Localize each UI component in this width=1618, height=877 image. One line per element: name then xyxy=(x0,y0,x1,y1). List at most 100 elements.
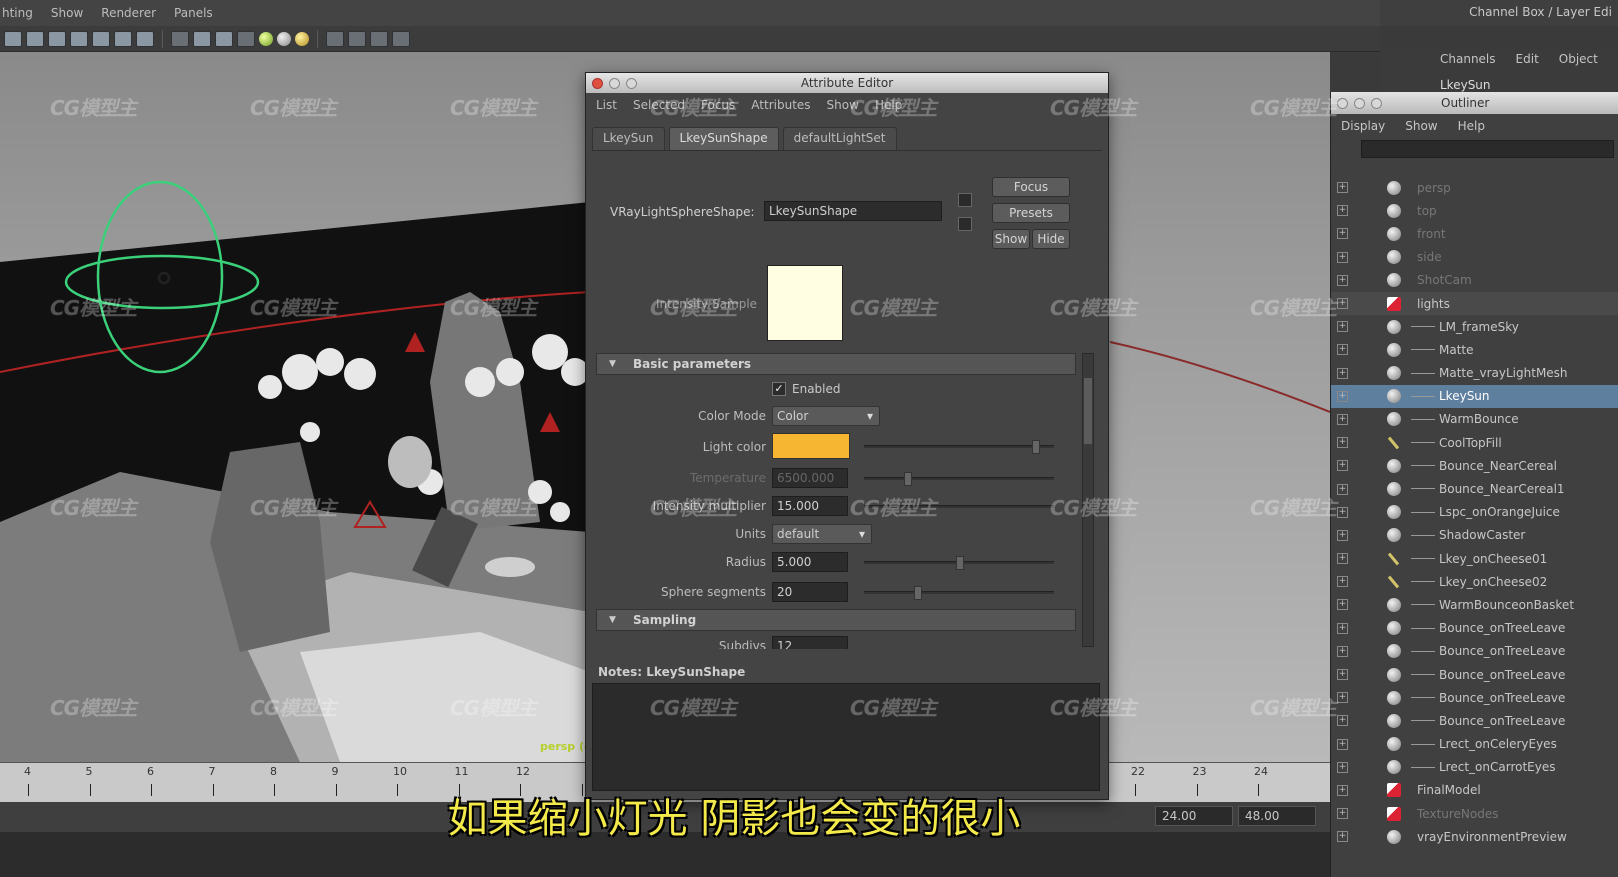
expand-icon[interactable]: + xyxy=(1337,460,1348,472)
outliner-item[interactable]: + Lrect_onCeleryEyes xyxy=(1331,733,1618,756)
radius-slider[interactable] xyxy=(864,556,1054,570)
hide-button[interactable]: Hide xyxy=(1032,229,1070,249)
outliner-item[interactable]: + Matte xyxy=(1331,338,1618,361)
menu-display[interactable]: Display xyxy=(1341,119,1385,133)
outliner-item[interactable]: + ShadowCaster xyxy=(1331,524,1618,547)
tab-lkeysun[interactable]: LkeySun xyxy=(592,127,665,150)
expand-icon[interactable]: + xyxy=(1337,669,1348,681)
sphere-segments-slider[interactable] xyxy=(864,586,1054,600)
smooth-shade-icon[interactable] xyxy=(193,30,211,47)
sphere-segments-field[interactable]: 20 xyxy=(772,582,848,602)
light-color-swatch[interactable] xyxy=(772,433,850,459)
expand-icon[interactable]: + xyxy=(1337,205,1348,217)
expand-icon[interactable]: + xyxy=(1337,367,1348,379)
temperature-slider[interactable] xyxy=(864,472,1054,486)
bookmark-icon[interactable] xyxy=(26,30,44,47)
show-button[interactable]: Show xyxy=(992,229,1030,249)
expand-icon[interactable]: + xyxy=(1337,715,1348,727)
color-mode-dropdown[interactable]: Color xyxy=(772,406,880,426)
channels-menu[interactable]: Channels xyxy=(1440,52,1496,66)
menu-renderer[interactable]: Renderer xyxy=(101,6,156,20)
menu-lighting[interactable]: hting xyxy=(2,6,33,20)
expand-icon[interactable]: + xyxy=(1337,645,1348,657)
outliner-item[interactable]: + Matte_vrayLightMesh xyxy=(1331,362,1618,385)
units-dropdown[interactable]: default xyxy=(772,524,872,544)
menu-show[interactable]: Show xyxy=(51,6,83,20)
gate-mask-icon[interactable] xyxy=(136,30,154,47)
xray-joints-icon[interactable] xyxy=(370,30,388,47)
expand-icon[interactable]: + xyxy=(1337,483,1348,495)
outliner-item[interactable]: + persp xyxy=(1331,176,1618,199)
intensity-slider[interactable] xyxy=(864,505,1054,508)
light-color-slider[interactable] xyxy=(864,440,1054,454)
expand-icon[interactable]: + xyxy=(1337,529,1348,541)
menu-panels[interactable]: Panels xyxy=(174,6,213,20)
film-gate-icon[interactable] xyxy=(92,30,110,47)
outliner-item[interactable]: + top xyxy=(1331,199,1618,222)
use-default-lighting-icon[interactable] xyxy=(277,31,291,46)
temperature-field[interactable]: 6500.000 xyxy=(772,468,848,488)
outliner-titlebar[interactable]: Outliner xyxy=(1331,92,1618,114)
outliner-item[interactable]: + Bounce_NearCereal1 xyxy=(1331,477,1618,500)
expand-icon[interactable]: + xyxy=(1337,553,1348,565)
expand-icon[interactable]: + xyxy=(1337,413,1348,425)
minimize-window-icon[interactable] xyxy=(1354,97,1365,109)
xray-icon[interactable] xyxy=(326,30,344,47)
outliner-item[interactable]: + side xyxy=(1331,246,1618,269)
slider-knob[interactable] xyxy=(914,586,922,600)
expand-icon[interactable]: + xyxy=(1337,576,1348,588)
camera-attributes-icon[interactable] xyxy=(4,30,22,47)
outliner-item[interactable]: + Lkey_onCheese01 xyxy=(1331,547,1618,570)
expand-icon[interactable]: + xyxy=(1337,761,1348,773)
expand-icon[interactable]: + xyxy=(1337,344,1348,356)
isolate-select-icon[interactable] xyxy=(348,30,366,47)
expand-icon[interactable]: + xyxy=(1337,599,1348,611)
menu-list[interactable]: List xyxy=(596,98,617,112)
basic-parameters-section[interactable]: Basic parameters xyxy=(596,353,1076,375)
scrollbar-thumb[interactable] xyxy=(1084,378,1092,444)
input-connection-icon[interactable] xyxy=(958,193,972,207)
resolution-gate-icon[interactable] xyxy=(114,30,132,47)
wireframe-icon[interactable] xyxy=(171,30,189,47)
sampling-section[interactable]: Sampling xyxy=(596,609,1076,631)
outliner-filter-field[interactable] xyxy=(1361,140,1614,158)
wireframe-on-shaded-icon[interactable] xyxy=(215,30,233,47)
presets-button[interactable]: Presets xyxy=(992,203,1070,223)
outliner-item[interactable]: + Lrect_onCarrotEyes xyxy=(1331,756,1618,779)
radius-field[interactable]: 5.000 xyxy=(772,552,848,572)
outliner-item[interactable]: + WarmBounceonBasket xyxy=(1331,593,1618,616)
textured-icon[interactable] xyxy=(237,30,255,47)
outliner-item[interactable]: + Bounce_onTreeLeave xyxy=(1331,663,1618,686)
expand-icon[interactable]: + xyxy=(1337,437,1348,449)
outliner-item[interactable]: + LkeySun xyxy=(1331,384,1618,408)
enabled-checkbox[interactable]: ✓ xyxy=(772,382,786,396)
menu-show[interactable]: Show xyxy=(1405,119,1437,133)
close-window-icon[interactable] xyxy=(1337,97,1348,109)
menu-help[interactable]: Help xyxy=(875,98,902,112)
edit-menu[interactable]: Edit xyxy=(1516,52,1539,66)
expand-icon[interactable]: + xyxy=(1337,622,1348,634)
focus-button[interactable]: Focus xyxy=(992,177,1070,197)
expand-icon[interactable]: + xyxy=(1337,390,1348,402)
outliner-item[interactable]: + Bounce_onTreeLeave xyxy=(1331,640,1618,663)
object-menu[interactable]: Object xyxy=(1559,52,1598,66)
grid-icon[interactable] xyxy=(70,30,88,47)
outliner-item[interactable]: + Bounce_onTreeLeave xyxy=(1331,617,1618,640)
expand-icon[interactable]: + xyxy=(1337,251,1348,263)
intensity-multiplier-field[interactable]: 15.000 xyxy=(772,496,848,516)
menu-attributes[interactable]: Attributes xyxy=(751,98,810,112)
outliner-item[interactable]: + Bounce_NearCereal xyxy=(1331,454,1618,477)
expand-icon[interactable]: + xyxy=(1337,506,1348,518)
slider-knob[interactable] xyxy=(1032,440,1040,454)
menu-show[interactable]: Show xyxy=(827,98,859,112)
expand-icon[interactable]: + xyxy=(1337,298,1348,310)
expand-icon[interactable]: + xyxy=(1337,182,1348,194)
output-connection-icon[interactable] xyxy=(958,217,972,231)
outliner-item[interactable]: + Lkey_onCheese02 xyxy=(1331,570,1618,593)
use-all-lights-icon[interactable] xyxy=(259,31,273,46)
tab-lkeysunshape[interactable]: LkeySunShape xyxy=(668,127,779,150)
maximize-window-icon[interactable] xyxy=(1371,97,1382,109)
outliner-item[interactable]: + CoolTopFill xyxy=(1331,431,1618,454)
outliner-item[interactable]: + Bounce_onTreeLeave xyxy=(1331,686,1618,709)
outliner-item[interactable]: + lights xyxy=(1331,291,1618,316)
